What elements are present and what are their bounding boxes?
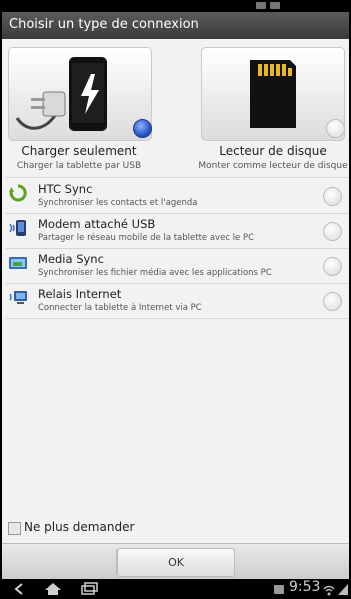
option-media-sync-radio[interactable] bbox=[323, 257, 342, 276]
home-icon[interactable] bbox=[42, 581, 64, 597]
clock: 9:53 bbox=[289, 579, 321, 595]
signal-icon bbox=[338, 584, 348, 595]
option-internet-relay[interactable]: Relais Internet Connecter la tablette à … bbox=[2, 284, 349, 318]
dont-ask-again-checkbox[interactable] bbox=[8, 522, 21, 535]
option-htc-sync-title: HTC Sync bbox=[38, 182, 93, 196]
dialog-title: Choisir un type de connexion bbox=[9, 17, 199, 32]
option-htc-sync-radio[interactable] bbox=[323, 187, 342, 206]
notification-icon bbox=[256, 2, 266, 9]
internet-relay-icon bbox=[9, 291, 27, 304]
option-charge-only-radio[interactable] bbox=[133, 119, 152, 138]
option-media-sync-sub: Synchroniser les fichier média avec les … bbox=[38, 268, 272, 278]
usb-modem-icon bbox=[9, 220, 26, 236]
recent-apps-icon[interactable] bbox=[78, 581, 100, 597]
usb-status-icon bbox=[274, 585, 284, 594]
option-disk-drive-radio[interactable] bbox=[326, 119, 345, 138]
option-usb-modem-sub: Partager le réseau mobile de la tablette… bbox=[38, 233, 255, 243]
dont-ask-again-label: Ne plus demander bbox=[24, 520, 135, 534]
dialog-titlebar: Choisir un type de connexion bbox=[2, 12, 349, 40]
dialog-button-bar: OK bbox=[2, 543, 349, 579]
sd-card-icon bbox=[250, 60, 296, 128]
connection-type-dialog: Charger seulement Charger la tablette pa… bbox=[2, 39, 349, 543]
divider bbox=[6, 318, 349, 319]
option-internet-relay-radio[interactable] bbox=[323, 292, 342, 311]
charger-icon bbox=[15, 57, 107, 131]
wifi-icon bbox=[323, 585, 335, 596]
option-charge-only-label: Charger seulement bbox=[21, 144, 137, 158]
ok-button[interactable]: OK bbox=[117, 548, 235, 577]
option-media-sync[interactable]: Media Sync Synchroniser les fichier médi… bbox=[2, 249, 349, 283]
option-disk-drive-sub: Monter comme lecteur de disque bbox=[198, 161, 348, 171]
option-usb-modem-radio[interactable] bbox=[323, 222, 342, 241]
htc-sync-icon bbox=[9, 184, 27, 202]
option-usb-modem[interactable]: Modem attaché USB Partager le réseau mob… bbox=[2, 214, 349, 248]
option-disk-drive-label: Lecteur de disque bbox=[219, 144, 327, 158]
button-bar-segment bbox=[2, 549, 117, 574]
option-usb-modem-title: Modem attaché USB bbox=[38, 217, 156, 231]
option-htc-sync-sub: Synchroniser les contacts et l'agenda bbox=[38, 198, 198, 208]
back-icon[interactable] bbox=[8, 581, 30, 597]
system-navigation-bar: 9:53 bbox=[0, 579, 351, 599]
option-internet-relay-sub: Connecter la tablette à Internet via PC bbox=[38, 303, 202, 313]
option-disk-drive-card[interactable] bbox=[201, 47, 345, 141]
button-bar-segment bbox=[234, 549, 235, 574]
status-bar bbox=[0, 0, 351, 12]
option-htc-sync[interactable]: HTC Sync Synchroniser les contacts et l'… bbox=[2, 179, 349, 213]
notification-icon bbox=[270, 2, 280, 9]
option-charge-only-sub: Charger la tablette par USB bbox=[16, 161, 142, 171]
option-internet-relay-title: Relais Internet bbox=[38, 287, 122, 301]
option-media-sync-title: Media Sync bbox=[38, 252, 104, 266]
option-charge-only-card[interactable] bbox=[8, 47, 152, 141]
media-sync-icon bbox=[9, 257, 27, 269]
divider bbox=[6, 177, 349, 178]
